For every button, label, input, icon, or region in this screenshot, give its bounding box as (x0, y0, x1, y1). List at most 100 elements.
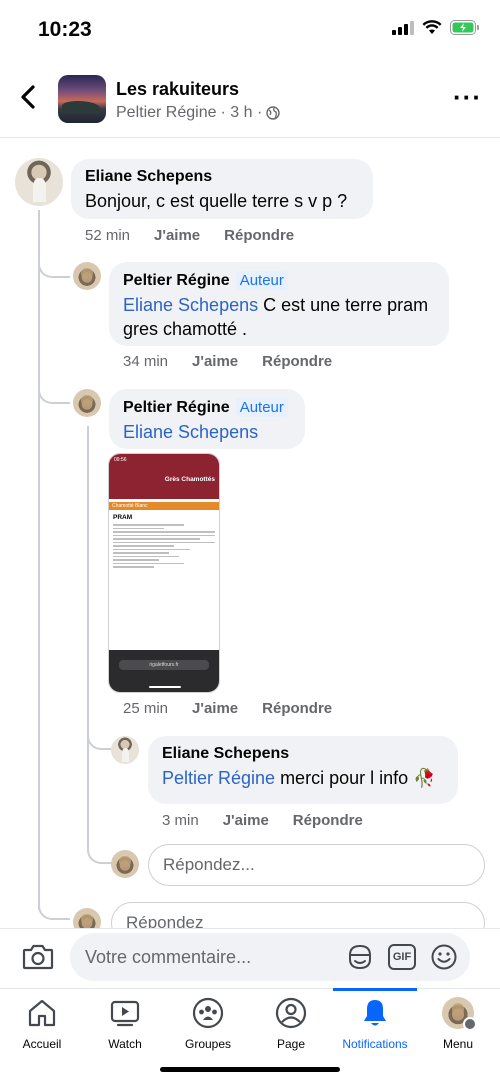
author-badge: Auteur (235, 398, 288, 417)
mention-link[interactable]: Eliane Schepens (123, 295, 258, 315)
tab-label: Notifications (342, 1037, 408, 1051)
mention-link[interactable]: Peltier Régine (162, 768, 275, 788)
like-button[interactable]: J'aime (192, 353, 238, 370)
like-button[interactable]: J'aime (223, 812, 269, 829)
comment-time: 34 min (123, 353, 169, 370)
reply-button[interactable]: Répondre (262, 353, 332, 370)
comment-bubble: Eliane Schepens Bonjour, c est quelle te… (71, 159, 373, 219)
text-line (113, 534, 215, 536)
tab-label: Groupes (184, 1037, 232, 1051)
reply-input[interactable]: Répondez (111, 902, 485, 928)
attachment-url-bar: rigaletfours.fr (119, 660, 209, 670)
text-line (113, 555, 180, 557)
tab-label: Watch (108, 1037, 142, 1051)
tab-groupes[interactable]: Groupes (166, 989, 250, 1059)
text-line (113, 531, 215, 533)
tab-menu[interactable]: Menu (416, 989, 500, 1059)
avatar[interactable] (73, 389, 101, 417)
comment-text: Peltier Régine merci pour l info 🥀 (162, 766, 444, 790)
attachment-header: 09:56 Grès Chamottés (109, 454, 219, 499)
back-arrow-icon[interactable] (16, 82, 42, 112)
status-bar: 10:23 (0, 0, 500, 60)
comment-thread: Eliane Schepens Bonjour, c est quelle te… (0, 138, 500, 928)
attachment-body: PRAM (109, 510, 219, 574)
battery-icon (450, 20, 479, 35)
reply-input[interactable]: Répondez... (148, 844, 485, 886)
thread-line-nested (87, 426, 89, 846)
comment-author[interactable]: Eliane Schepens (85, 168, 359, 186)
comment-time: 52 min (85, 227, 131, 244)
author-name[interactable]: Peltier Régine (123, 272, 230, 290)
comment-composer: Votre commentaire... GIF (0, 928, 500, 988)
comment-time: 3 min (162, 812, 199, 829)
attachment-status-time: 09:56 (114, 457, 127, 463)
comment-time: 25 min (123, 700, 169, 717)
tab-accueil[interactable]: Accueil (0, 989, 84, 1059)
comment-text: Bonjour, c est quelle terre s v p ? (85, 191, 348, 211)
camera-icon[interactable] (22, 943, 54, 971)
reply-button[interactable]: Répondre (293, 812, 363, 829)
reply-placeholder: Répondez... (163, 855, 255, 874)
tab-watch[interactable]: Watch (83, 989, 167, 1059)
like-button[interactable]: J'aime (192, 700, 238, 717)
comment-input[interactable]: Votre commentaire... GIF (70, 933, 470, 981)
poster-name[interactable]: Peltier Régine (116, 104, 217, 122)
home-indicator (160, 1067, 340, 1072)
attachment-product: PRAM (113, 514, 133, 521)
attachment-home-bar (149, 686, 181, 688)
comment-text: Eliane Schepens (123, 420, 291, 444)
comment-bubble: Peltier Régine Auteur Eliane Schepens (109, 389, 305, 449)
reply-placeholder: Répondez (126, 913, 204, 928)
text-line (113, 552, 170, 554)
comment-actions: 3 min J'aime Répondre (162, 812, 363, 829)
status-icons (392, 20, 480, 35)
author-badge: Auteur (235, 271, 288, 290)
post-subtitle: Peltier Régine · 3 h · (116, 104, 280, 122)
thread-connector (38, 374, 70, 404)
like-button[interactable]: J'aime (154, 227, 200, 244)
avatar[interactable] (111, 736, 139, 764)
comment-image-attachment[interactable]: 09:56 Grès Chamottés Chamotté Blanc PRAM… (108, 453, 220, 693)
author-name[interactable]: Peltier Régine (123, 399, 230, 417)
status-time: 10:23 (38, 18, 92, 41)
gif-label: GIF (392, 951, 412, 963)
text-line (113, 562, 185, 564)
comment-bubble: Peltier Régine Auteur Eliane Schepens C … (109, 262, 449, 346)
text-line (113, 538, 200, 540)
comment-author: Peltier Régine Auteur (123, 271, 435, 290)
more-options-icon[interactable]: ··· (453, 84, 482, 110)
avatar[interactable] (15, 158, 63, 206)
reply-button[interactable]: Répondre (262, 700, 332, 717)
avatar (73, 908, 101, 928)
group-name[interactable]: Les rakuiteurs (116, 79, 239, 100)
tab-label: Page (276, 1037, 306, 1051)
thread-connector (87, 836, 111, 864)
group-thumbnail[interactable] (58, 75, 106, 123)
post-age: · 3 h · (220, 104, 263, 121)
rose-emoji: 🥀 (413, 768, 436, 788)
comment-actions: 52 min J'aime Répondre (85, 227, 294, 244)
text-line (113, 527, 164, 529)
menu-badge-icon (463, 1017, 477, 1031)
mention-link[interactable]: Eliane Schepens (123, 422, 258, 442)
reply-button[interactable]: Répondre (224, 227, 294, 244)
tab-label: Accueil (22, 1037, 62, 1051)
emoji-icon[interactable] (430, 943, 458, 971)
thread-connector (38, 890, 70, 920)
gif-icon[interactable]: GIF (388, 944, 416, 970)
bell-icon (364, 1000, 386, 1026)
attachment-title: Grès Chamottés (164, 476, 215, 483)
composer-icons: GIF (346, 943, 458, 971)
wifi-icon (422, 20, 442, 34)
comment-author: Peltier Régine Auteur (123, 398, 291, 417)
text-line (113, 566, 154, 568)
avatar-sticker-icon[interactable] (346, 943, 374, 971)
text-line (113, 541, 215, 543)
comment-text: Eliane Schepens C est une terre pram gre… (123, 293, 435, 341)
tab-page[interactable]: Page (249, 989, 333, 1059)
post-header: Les rakuiteurs Peltier Régine · 3 h · ··… (0, 62, 500, 138)
comment-author[interactable]: Eliane Schepens (162, 745, 444, 763)
tab-notifications[interactable]: Notifications (333, 988, 417, 1059)
comment-placeholder: Votre commentaire... (85, 947, 252, 967)
avatar[interactable] (73, 262, 101, 290)
